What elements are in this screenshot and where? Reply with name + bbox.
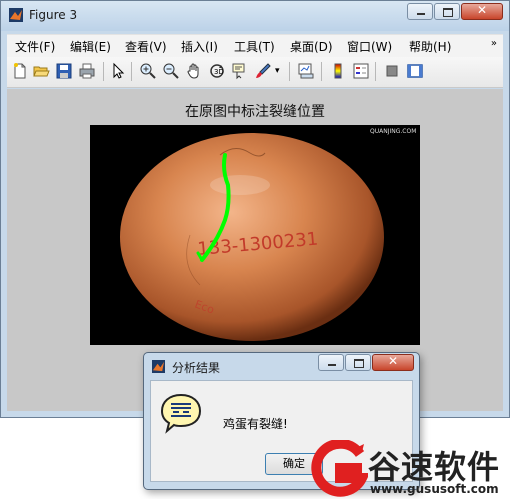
dialog-title: 分析结果: [172, 361, 221, 375]
dialog-title-bar[interactable]: 分析结果 ✕: [144, 353, 419, 379]
toolbar-separator: [289, 62, 290, 81]
data-cursor-icon[interactable]: [231, 62, 249, 80]
brush-icon[interactable]: [254, 62, 272, 80]
menu-help[interactable]: 帮助(H): [409, 38, 451, 55]
maximize-button[interactable]: [434, 3, 460, 20]
save-icon[interactable]: [55, 62, 73, 80]
legend-icon[interactable]: [352, 62, 370, 80]
colorbar-icon[interactable]: [329, 62, 347, 80]
minimize-icon: [328, 364, 336, 366]
site-watermark: 谷速软件 www.gususoft.com: [310, 440, 510, 499]
pointer-icon[interactable]: [109, 62, 127, 80]
help-icon: [160, 393, 202, 434]
menu-edit[interactable]: 编辑(E): [70, 38, 111, 55]
open-file-icon[interactable]: [32, 62, 50, 80]
zoom-in-icon[interactable]: [139, 62, 157, 80]
image-watermark-text: QUANJING.COM: [370, 128, 416, 135]
menu-tools[interactable]: 工具(T): [234, 38, 275, 55]
new-figure-icon[interactable]: [11, 62, 29, 80]
hide-plot-tools-icon[interactable]: [383, 62, 401, 80]
title-bar[interactable]: Figure 3 ✕: [1, 1, 509, 31]
matlab-logo-icon: [152, 360, 165, 373]
close-button[interactable]: ✕: [461, 3, 503, 20]
menu-window[interactable]: 窗口(W): [347, 38, 392, 55]
toolbar-separator: [103, 62, 104, 81]
watermark-url[interactable]: www.gususoft.com: [370, 482, 499, 496]
matlab-logo-icon: [9, 8, 23, 22]
dialog-maximize-button[interactable]: [345, 354, 371, 371]
menu-overflow-icon[interactable]: »: [491, 38, 497, 49]
toolbar-separator: [321, 62, 322, 81]
minimize-icon: [417, 13, 425, 15]
dialog-message: 鸡蛋有裂缝!: [223, 417, 288, 431]
toolbar: 3D ▾: [7, 57, 503, 88]
menu-desktop[interactable]: 桌面(D): [290, 38, 333, 55]
egg-image: 133-1300231 Eco QUANJING.COM: [90, 125, 420, 345]
toolbar-separator: [131, 62, 132, 81]
brush-dropdown-icon[interactable]: ▾: [275, 66, 293, 84]
maximize-icon: [354, 359, 364, 368]
menu-insert[interactable]: 插入(I): [181, 38, 218, 55]
menu-file[interactable]: 文件(F): [15, 38, 55, 55]
print-icon[interactable]: [78, 62, 96, 80]
window-title: Figure 3: [29, 8, 78, 22]
close-icon: ✕: [387, 354, 399, 368]
dialog-minimize-button[interactable]: [318, 354, 344, 371]
svg-text:3D: 3D: [214, 68, 224, 76]
dialog-close-button[interactable]: ✕: [372, 354, 414, 371]
menu-bar: 文件(F) 编辑(E) 查看(V) 插入(I) 工具(T) 桌面(D) 窗口(W…: [7, 34, 503, 57]
link-plot-icon[interactable]: [297, 62, 315, 80]
close-icon: ✕: [476, 3, 488, 17]
zoom-out-icon[interactable]: [162, 62, 180, 80]
menu-view[interactable]: 查看(V): [125, 38, 167, 55]
show-plot-tools-icon[interactable]: [406, 62, 424, 80]
minimize-button[interactable]: [407, 3, 433, 20]
maximize-icon: [443, 8, 453, 17]
pan-icon[interactable]: [185, 62, 203, 80]
plot-title: 在原图中标注裂缝位置: [185, 104, 325, 120]
gususoft-logo-icon: [311, 440, 368, 497]
rotate-3d-icon[interactable]: 3D: [208, 62, 226, 80]
toolbar-separator: [375, 62, 376, 81]
